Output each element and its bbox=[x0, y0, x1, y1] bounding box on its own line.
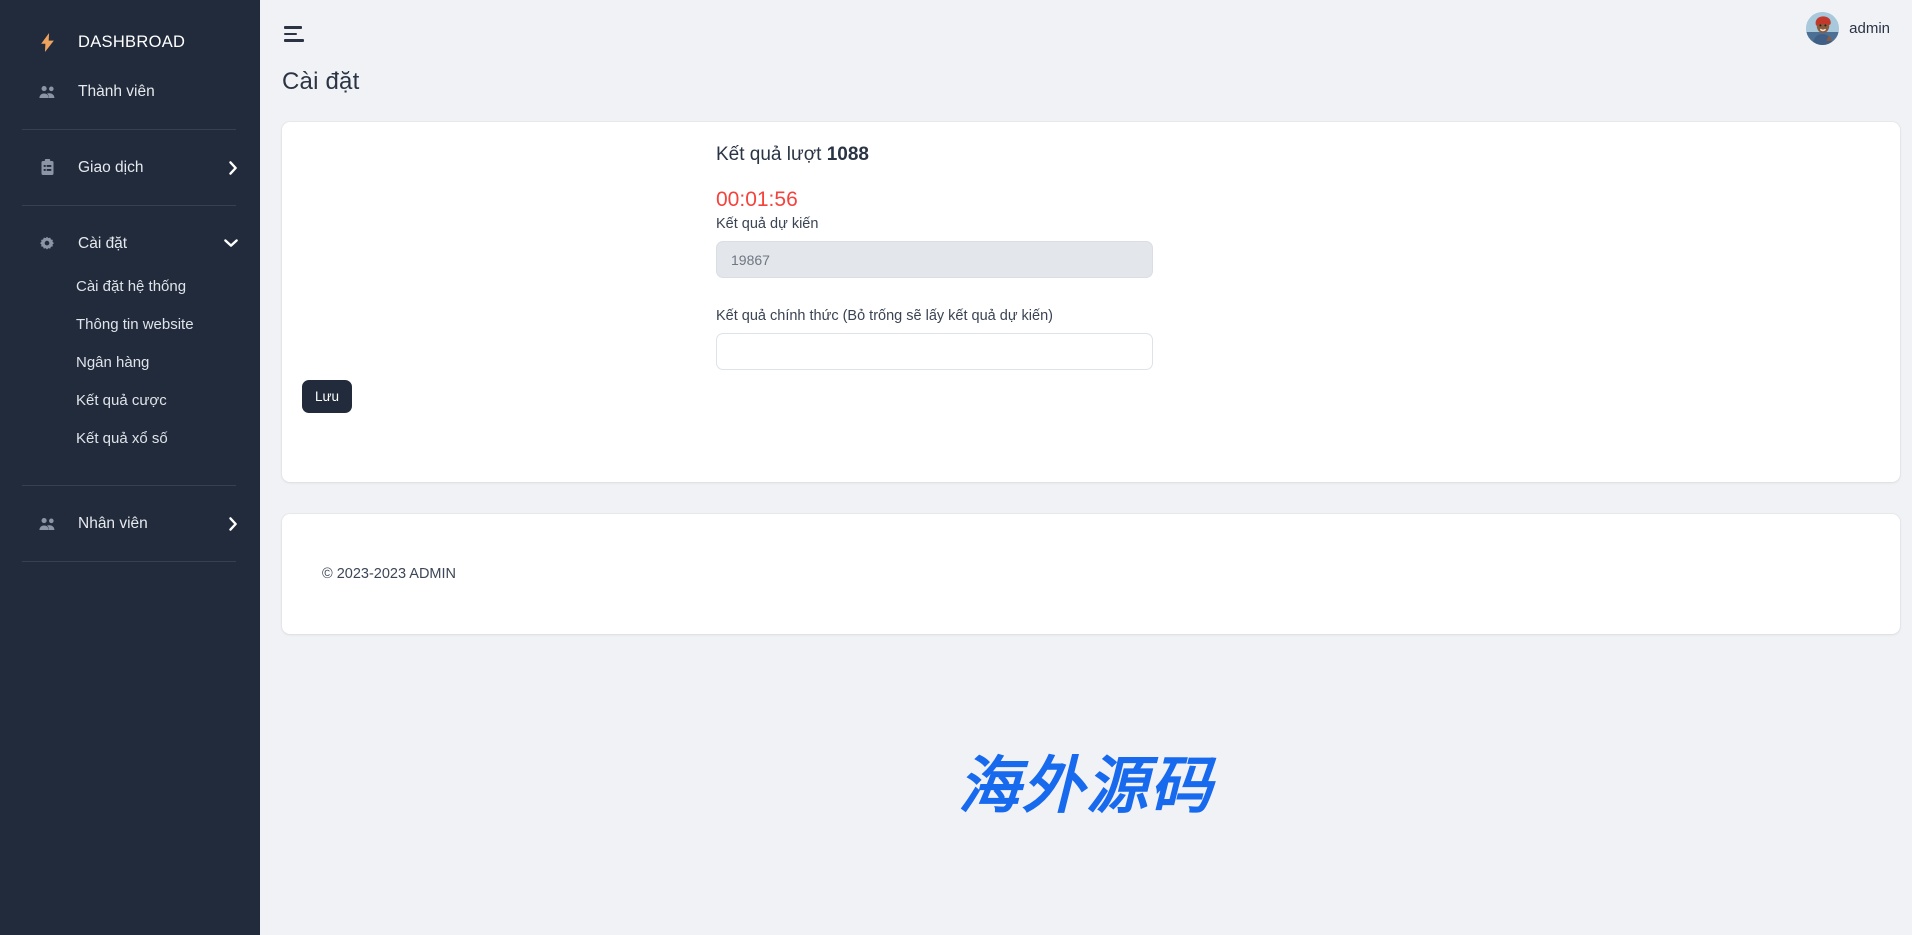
users-icon bbox=[36, 85, 58, 99]
sidebar-subitem-label: Ngân hàng bbox=[76, 353, 150, 371]
sidebar-item-label: Giao dịch bbox=[78, 158, 144, 176]
chevron-right-icon bbox=[229, 160, 238, 175]
sidebar-divider-3 bbox=[22, 485, 236, 486]
chevron-right-icon bbox=[229, 516, 238, 531]
sidebar-item-label: Thành viên bbox=[78, 82, 155, 100]
sidebar-item-thanh-vien[interactable]: Thành viên bbox=[0, 68, 260, 115]
clipboard-list-icon bbox=[36, 159, 58, 176]
username-label: admin bbox=[1849, 20, 1890, 37]
expected-result-input bbox=[716, 241, 1153, 278]
brand-label: DASHBROAD bbox=[78, 32, 186, 51]
sidebar-subitem-ket-qua-xo-so[interactable]: Kết quả xổ số bbox=[0, 419, 260, 457]
result-round-number: 1088 bbox=[826, 144, 870, 165]
main-content: admin Cài đặt Kết quả lượt 1088 00:01:56… bbox=[260, 0, 1912, 935]
result-title: Kết quả lượt 1088 bbox=[716, 144, 1236, 166]
topbar: admin bbox=[260, 0, 1912, 62]
sidebar-item-label: Cài đặt bbox=[78, 234, 128, 252]
avatar bbox=[1806, 12, 1840, 45]
sidebar-subitem-label: Kết quả cược bbox=[76, 391, 167, 409]
official-result-label: Kết quả chính thức (Bỏ trống sẽ lấy kết … bbox=[716, 308, 1053, 324]
result-form: Kết quả lượt 1088 00:01:56 Kết quả dự ki… bbox=[716, 144, 1236, 370]
sidebar-item-nhan-vien[interactable]: Nhân viên bbox=[0, 500, 260, 547]
save-button[interactable]: Lưu bbox=[302, 380, 352, 413]
sidebar-item-giao-dich[interactable]: Giao dịch bbox=[0, 144, 260, 191]
gear-icon bbox=[36, 236, 58, 252]
sidebar-subitem-label: Kết quả xổ số bbox=[76, 429, 168, 447]
users-icon bbox=[36, 517, 58, 531]
chevron-down-icon bbox=[224, 239, 238, 248]
sidebar-subitem-label: Cài đặt hệ thống bbox=[76, 277, 187, 295]
settings-card: Kết quả lượt 1088 00:01:56 Kết quả dự ki… bbox=[282, 122, 1900, 482]
sidebar-item-label: Nhân viên bbox=[78, 514, 148, 532]
result-title-prefix: Kết quả lượt bbox=[716, 144, 827, 165]
countdown-timer: 00:01:56 bbox=[716, 188, 798, 211]
sidebar-divider-1 bbox=[22, 129, 236, 130]
sidebar-divider-4 bbox=[22, 561, 236, 562]
lightning-bolt-icon bbox=[36, 32, 58, 52]
sidebar: DASHBROAD Thành viên Giao dịch Cài đặt C… bbox=[0, 0, 260, 935]
hamburger-line bbox=[284, 32, 297, 36]
sidebar-subitem-label: Thông tin website bbox=[76, 315, 194, 333]
brand-logo[interactable]: DASHBROAD bbox=[0, 16, 260, 68]
app-root: DASHBROAD Thành viên Giao dịch Cài đặt C… bbox=[0, 0, 1912, 935]
copyright-text: © 2023-2023 ADMIN bbox=[322, 566, 457, 582]
hamburger-line bbox=[284, 26, 302, 29]
sidebar-item-cai-dat[interactable]: Cài đặt bbox=[0, 220, 260, 267]
sidebar-divider-2 bbox=[22, 205, 236, 206]
footer-card: © 2023-2023 ADMIN bbox=[282, 514, 1900, 634]
page-title: Cài đặt bbox=[282, 68, 360, 95]
sidebar-subitem-cai-dat-he-thong[interactable]: Cài đặt hệ thống bbox=[0, 267, 260, 305]
official-result-input[interactable] bbox=[716, 333, 1153, 370]
user-menu[interactable]: admin bbox=[1806, 12, 1890, 45]
sidebar-subitem-ket-qua-cuoc[interactable]: Kết quả cược bbox=[0, 381, 260, 419]
hamburger-icon[interactable] bbox=[280, 17, 314, 51]
sidebar-subitem-ngan-hang[interactable]: Ngân hàng bbox=[0, 343, 260, 381]
hamburger-line bbox=[284, 39, 304, 42]
watermark-text: 海外源码 bbox=[957, 749, 1215, 822]
sidebar-subitem-thong-tin-website[interactable]: Thông tin website bbox=[0, 305, 260, 343]
expected-result-label: Kết quả dự kiến bbox=[716, 216, 819, 232]
content-area: Kết quả lượt 1088 00:01:56 Kết quả dự ki… bbox=[260, 96, 1912, 634]
